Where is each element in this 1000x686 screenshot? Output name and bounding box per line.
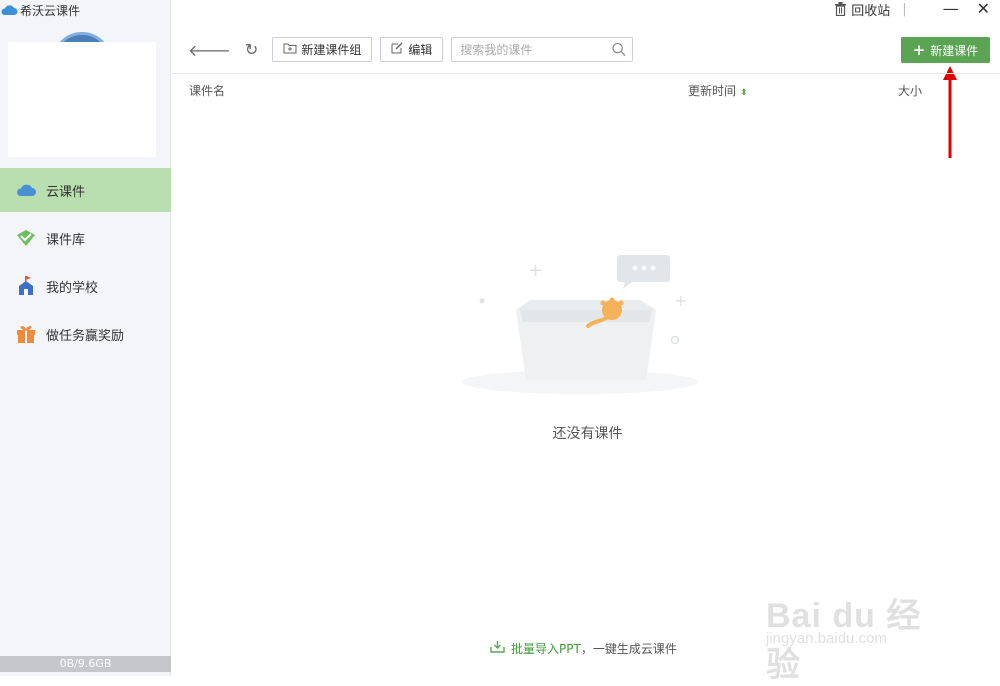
empty-state-text: 还没有课件 <box>552 426 623 442</box>
trash-icon <box>835 2 847 16</box>
toolbar: 🡐 ↻ 新建课件组 编辑 <box>188 36 634 63</box>
column-header-size[interactable]: 大小 <box>898 82 922 99</box>
close-button[interactable]: ✕ <box>977 1 990 17</box>
sidebar: 希沃云课件 云课件 课件库 我的学校 做任务赢奖励 0B/9.6GB <box>0 0 171 676</box>
column-header-name[interactable]: 课件名 <box>189 82 225 99</box>
plus-icon: + <box>912 41 926 59</box>
gift-icon <box>14 324 38 344</box>
minimize-icon: — <box>942 0 959 18</box>
empty-box-illustration: + + <box>462 255 698 394</box>
sidebar-item-courseware-library[interactable]: 课件库 <box>0 216 171 260</box>
library-icon <box>14 228 38 248</box>
sidebar-item-label: 课件库 <box>46 232 86 248</box>
folder-plus-icon <box>283 42 297 57</box>
batch-import-link[interactable]: 批量导入PPT <box>511 640 581 657</box>
back-arrow-icon[interactable]: 🡐 <box>188 40 231 60</box>
edit-icon <box>391 42 404 57</box>
sidebar-item-label: 做任务赢奖励 <box>46 328 125 344</box>
baidu-watermark: Bai du 经验 jingyan.baidu.com <box>766 568 950 684</box>
app-title-text: 希沃云课件 <box>20 3 81 18</box>
sort-icon: ⬍ <box>740 88 748 98</box>
window-controls: 回收站 | — ✕ <box>834 0 990 19</box>
recycle-bin-label: 回收站 <box>851 3 891 19</box>
new-group-button[interactable]: 新建课件组 <box>272 37 373 62</box>
sidebar-item-label: 我的学校 <box>46 280 99 296</box>
app-title: 希沃云课件 <box>0 0 80 20</box>
storage-usage: 0B/9.6GB <box>0 656 171 672</box>
school-icon <box>14 276 38 296</box>
edit-label: 编辑 <box>408 43 433 57</box>
import-hint-suffix: ，一键生成云课件 <box>580 642 677 656</box>
sidebar-item-label: 云课件 <box>46 184 86 200</box>
cloud-icon <box>14 180 38 200</box>
sidebar-nav: 云课件 课件库 我的学校 做任务赢奖励 <box>0 168 171 360</box>
divider: | <box>902 1 907 17</box>
new-courseware-label: 新建课件 <box>930 43 979 58</box>
watermark-line2: jingyan.baidu.com <box>766 630 887 647</box>
recycle-bin-button[interactable]: 回收站 <box>834 0 890 19</box>
close-icon: ✕ <box>976 0 990 18</box>
header-divider <box>172 73 1000 74</box>
red-arrow-annotation <box>943 66 957 158</box>
sidebar-item-tasks-rewards[interactable]: 做任务赢奖励 <box>0 312 171 356</box>
minimize-button[interactable]: — <box>943 1 959 17</box>
cloud-logo-icon <box>1 5 18 15</box>
sidebar-item-my-school[interactable]: 我的学校 <box>0 264 171 308</box>
refresh-icon[interactable]: ↻ <box>245 40 258 59</box>
search-box[interactable] <box>451 37 634 62</box>
avatar[interactable] <box>8 42 156 157</box>
import-hint: 批量导入PPT ，一键生成云课件 <box>490 640 677 657</box>
import-icon <box>490 640 505 657</box>
svg-text:+: + <box>674 291 687 310</box>
svg-text:+: + <box>528 260 543 281</box>
column-header-updated[interactable]: 更新时间 ⬍ <box>688 82 748 99</box>
search-icon[interactable] <box>612 42 626 57</box>
new-courseware-button[interactable]: + 新建课件 <box>901 37 990 63</box>
sidebar-item-cloud-courseware[interactable]: 云课件 <box>0 168 171 212</box>
new-group-label: 新建课件组 <box>301 43 362 57</box>
edit-button[interactable]: 编辑 <box>380 37 444 62</box>
search-input[interactable] <box>458 41 613 58</box>
